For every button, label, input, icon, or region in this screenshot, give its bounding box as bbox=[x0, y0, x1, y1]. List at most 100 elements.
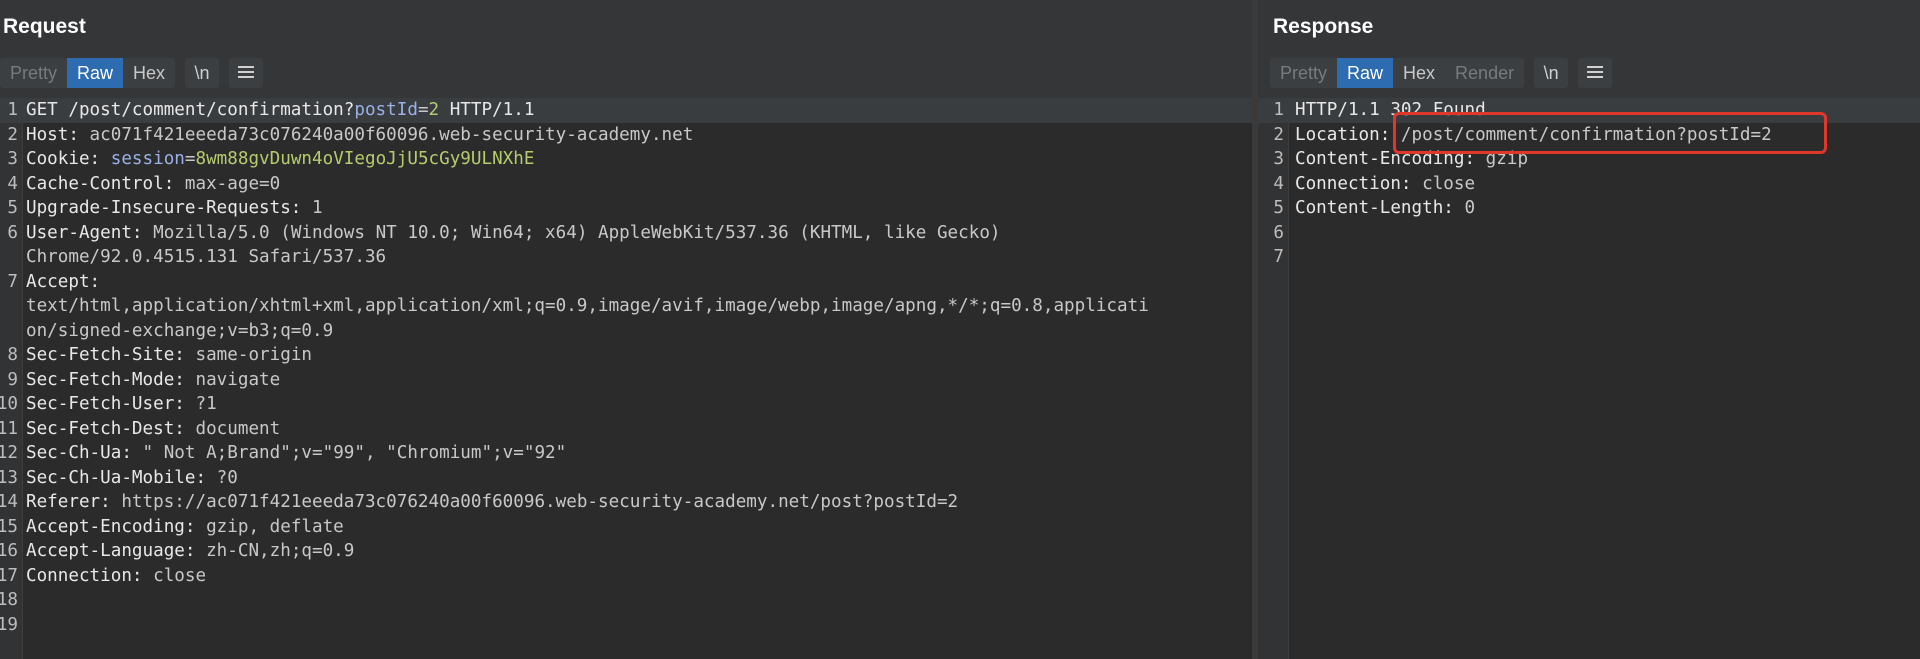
response-menu-button[interactable] bbox=[1578, 58, 1613, 88]
request-tab-pretty[interactable]: Pretty bbox=[0, 58, 67, 88]
request-line-number: 9 bbox=[7, 369, 18, 390]
header-name: Sec-Ch-Ua-Mobile: bbox=[26, 467, 207, 488]
header-name: Accept: bbox=[26, 271, 101, 292]
header-value: max-age=0 bbox=[174, 173, 281, 194]
response-line-text: HTTP/1.1 302 Found bbox=[1295, 98, 1486, 123]
hamburger-menu-icon bbox=[238, 66, 255, 79]
header-value: zh-CN,zh;q=0.9 bbox=[195, 541, 355, 561]
header-value: https://ac071f421eeeda73c076240a00f60096… bbox=[110, 492, 959, 512]
request-line-number: 13 bbox=[0, 467, 18, 488]
request-line-number: 6 bbox=[7, 222, 18, 243]
request-line-text: Accept: bbox=[26, 270, 100, 295]
request-line-number: 19 bbox=[0, 614, 18, 635]
request-line-text: Sec-Fetch-Dest: document bbox=[26, 417, 280, 442]
header-value: same-origin bbox=[184, 345, 312, 365]
header-value: ac071f421eeeda73c076240a00f60096.web-sec… bbox=[78, 124, 694, 145]
response-line-number: 7 bbox=[1273, 247, 1284, 267]
request-line-number: 8 bbox=[7, 345, 18, 365]
request-code-line: on/signed-exchange;v=b3;q=0.9 bbox=[0, 319, 1252, 344]
request-line-number: 3 bbox=[7, 149, 18, 169]
response-line-number: 5 bbox=[1273, 198, 1284, 218]
header-name: Cookie: bbox=[26, 149, 101, 169]
request-toolbar: Pretty Raw Hex \n bbox=[0, 58, 264, 88]
response-line-number: 6 bbox=[1273, 222, 1284, 243]
request-line-text: Host: ac071f421eeeda73c076240a00f60096.w… bbox=[26, 123, 693, 148]
request-line-number: 7 bbox=[7, 271, 18, 292]
response-title: Response bbox=[1273, 15, 1374, 38]
request-tab-raw[interactable]: Raw bbox=[67, 58, 124, 88]
request-newline-toggle[interactable]: \n bbox=[185, 58, 220, 88]
cookie-name: session bbox=[110, 149, 185, 169]
request-code-line: 4 Cache-Control: max-age=0 bbox=[0, 172, 1252, 197]
response-line-number: 3 bbox=[1273, 149, 1284, 169]
header-value: on/signed-exchange;v=b3;q=0.9 bbox=[26, 320, 334, 341]
header-value: gzip, deflate bbox=[195, 516, 344, 537]
request-code-line: text/html,application/xhtml+xml,applicat… bbox=[0, 294, 1252, 319]
request-code-line: 2 Host: ac071f421eeeda73c076240a00f60096.… bbox=[0, 123, 1252, 148]
request-line-text: Upgrade-Insecure-Requests: 1 bbox=[26, 196, 323, 221]
header-value: text/html,application/xhtml+xml,applicat… bbox=[26, 296, 1149, 316]
request-code-line: 8 Sec-Fetch-Site: same-origin bbox=[0, 343, 1252, 368]
response-editor[interactable]: 1 HTTP/1.1 302 Found 2 Location: /post/comm… bbox=[1258, 98, 1920, 659]
request-line-number: 14 bbox=[0, 492, 18, 512]
request-line-text: Referer: https://ac071f421eeeda73c076240… bbox=[26, 490, 958, 515]
response-newline-toggle[interactable]: \n bbox=[1534, 58, 1569, 88]
header-name: Sec-Fetch-User: bbox=[26, 394, 185, 414]
header-name: Referer: bbox=[26, 492, 111, 512]
response-code-line: 6 bbox=[1258, 221, 1920, 246]
response-status-line: HTTP/1.1 302 Found bbox=[1295, 100, 1486, 120]
request-menu-button[interactable] bbox=[229, 58, 264, 88]
request-line-number: 4 bbox=[7, 173, 18, 194]
header-name: Content-Length: bbox=[1295, 198, 1454, 218]
header-name: Sec-Fetch-Site: bbox=[26, 345, 185, 365]
header-name: Location: bbox=[1295, 124, 1391, 145]
header-name: Connection: bbox=[26, 565, 143, 586]
query-param-name: postId bbox=[354, 100, 418, 120]
request-code-line: Chrome/92.0.4515.131 Safari/537.36 bbox=[0, 245, 1252, 270]
header-name: Content-Encoding: bbox=[1295, 149, 1476, 169]
request-line-text: text/html,application/xhtml+xml,applicat… bbox=[26, 294, 1149, 319]
response-line-text: Connection: close bbox=[1295, 172, 1475, 197]
request-line-text: Connection: close bbox=[26, 564, 206, 589]
request-code-line: 12 Sec-Ch-Ua: " Not A;Brand";v="99", "Chr… bbox=[0, 441, 1252, 466]
request-line-protocol: HTTP/1.1 bbox=[439, 100, 535, 120]
request-line-number: 2 bbox=[7, 124, 18, 145]
response-code-line: 5 Content-Length: 0 bbox=[1258, 196, 1920, 221]
request-line-text: Sec-Ch-Ua: " Not A;Brand";v="99", "Chrom… bbox=[26, 441, 566, 466]
response-code-line: 3 Content-Encoding: gzip bbox=[1258, 147, 1920, 172]
request-line-text: Chrome/92.0.4515.131 Safari/537.36 bbox=[26, 245, 386, 270]
request-line-text: Accept-Encoding: gzip, deflate bbox=[26, 515, 344, 540]
header-value: 1 bbox=[301, 198, 323, 218]
header-name: User-Agent: bbox=[26, 222, 143, 243]
request-code-line: 7 Accept: bbox=[0, 270, 1252, 295]
request-tab-hex[interactable]: Hex bbox=[123, 58, 175, 88]
request-code-line: 5 Upgrade-Insecure-Requests: 1 bbox=[0, 196, 1252, 221]
header-name: Sec-Ch-Ua: bbox=[26, 443, 132, 463]
header-value: close bbox=[1411, 173, 1476, 194]
request-code-line: 16 Accept-Language: zh-CN,zh;q=0.9 bbox=[0, 539, 1252, 564]
request-line-text: Cookie: session=8wm88gvDuwn4oVIegoJjU5cG… bbox=[26, 147, 534, 172]
request-line-number: 11 bbox=[0, 418, 18, 439]
response-view-tabs: Pretty Raw Hex Render bbox=[1270, 58, 1525, 88]
query-param-value: 2 bbox=[428, 100, 440, 120]
header-value: ?1 bbox=[184, 394, 217, 414]
response-tab-raw[interactable]: Raw bbox=[1337, 58, 1394, 88]
request-code-line: 17 Connection: close bbox=[0, 564, 1252, 589]
request-line-number: 1 bbox=[7, 100, 18, 120]
response-line-text: Location: /post/comment/confirmation?pos… bbox=[1295, 123, 1772, 148]
request-line-number: 10 bbox=[0, 394, 18, 414]
response-tab-render[interactable]: Render bbox=[1445, 58, 1524, 88]
request-code-line: 18 bbox=[0, 588, 1252, 613]
request-view-tabs: Pretty Raw Hex bbox=[0, 58, 176, 88]
request-code-line: 3 Cookie: session=8wm88gvDuwn4oVIegoJjU5c… bbox=[0, 147, 1252, 172]
response-code-line: 1 HTTP/1.1 302 Found bbox=[1258, 98, 1920, 123]
request-editor[interactable]: 1 GET /post/comment/confirmation?postId=2… bbox=[0, 98, 1252, 659]
request-title: Request bbox=[3, 15, 86, 38]
response-tab-hex[interactable]: Hex bbox=[1393, 58, 1445, 88]
request-line-text: User-Agent: Mozilla/5.0 (Windows NT 10.0… bbox=[26, 221, 1001, 246]
header-name: Sec-Fetch-Mode: bbox=[26, 369, 185, 390]
request-line-number: 5 bbox=[7, 198, 18, 218]
header-value: ?0 bbox=[206, 467, 238, 488]
request-code-line: 19 bbox=[0, 613, 1252, 638]
response-tab-pretty[interactable]: Pretty bbox=[1270, 58, 1337, 88]
